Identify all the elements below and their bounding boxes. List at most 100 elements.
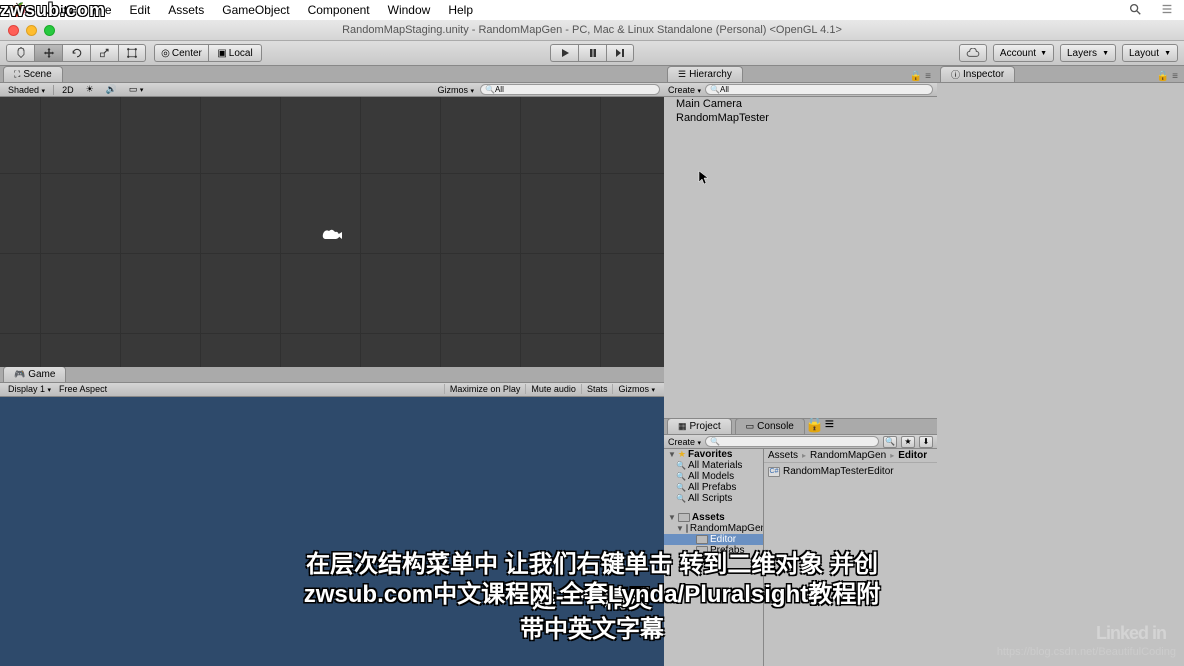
menu-gameobject[interactable]: GameObject [222,3,289,17]
hierarchy-list[interactable]: Main Camera RandomMapTester [664,97,937,418]
toolbar-right: Account▼ Layers▼ Layout▼ [959,44,1178,62]
inspector-panel-menu[interactable]: 🔒≡ [1157,71,1178,82]
shading-mode-dropdown[interactable]: Shaded ▾ [4,85,54,95]
save-filter-icon[interactable]: ⬇ [919,436,933,448]
inspector-body[interactable] [937,83,1184,666]
hierarchy-icon: ☰ [678,69,686,80]
maximize-window-button[interactable] [44,25,55,36]
hierarchy-panel-menu[interactable]: 🔒≡ [910,71,931,82]
move-tool-button[interactable] [34,44,62,62]
audio-toggle[interactable]: 🔊 [102,84,121,95]
subtitle-line-2: zwsub.com中文课程网 全套Lynda/Pluralsight教程附带中英… [296,574,888,644]
game-tab[interactable]: 🎮Game [3,366,66,382]
project-create-dropdown[interactable]: Create ▾ [668,437,701,447]
watermark-text: zwsub.com [0,0,106,21]
folder-icon [678,513,690,522]
breadcrumb-item[interactable]: Assets [768,450,798,461]
csharp-script-icon: C# [768,467,780,477]
project-icon: ▦ [678,421,687,432]
mute-audio-toggle[interactable]: Mute audio [525,384,581,394]
star-icon: ★ [678,449,686,460]
project-search[interactable]: 🔍 [705,436,879,447]
rotate-tool-button[interactable] [62,44,90,62]
fx-toggle[interactable]: ▭ ▾ [125,84,148,95]
menu-list-icon[interactable] [1160,2,1174,19]
maximize-on-play-toggle[interactable]: Maximize on Play [444,384,526,394]
favorite-item[interactable]: 🔍All Scripts [664,493,763,504]
camera-gizmo-icon [320,227,344,243]
scene-viewport[interactable] [0,97,664,367]
minimize-window-button[interactable] [26,25,37,36]
hand-tool-button[interactable] [6,44,34,62]
folder-icon [686,524,688,533]
hierarchy-item[interactable]: RandomMapTester [664,111,937,125]
linkedin-watermark: Linked in [1096,623,1166,644]
close-window-button[interactable] [8,25,19,36]
traffic-lights [0,25,55,36]
menu-help[interactable]: Help [448,3,473,17]
search-icon[interactable] [1128,2,1142,19]
macos-menubar: 🍎 Unity File Edit Assets GameObject Comp… [0,0,1184,20]
project-tab[interactable]: ▦Project [667,418,732,434]
account-dropdown[interactable]: Account▼ [993,44,1054,62]
folder-icon [696,535,708,544]
gizmos-dropdown[interactable]: Gizmos ▾ [433,85,478,95]
scene-toolbar: Shaded ▾ 2D ☀ 🔊 ▭ ▾ Gizmos ▾ 🔍All [0,83,664,97]
game-toolbar: Display 1 ▾ Free Aspect Maximize on Play… [0,383,664,397]
menu-assets[interactable]: Assets [168,3,204,17]
aspect-dropdown[interactable]: Free Aspect [55,384,185,394]
layers-dropdown[interactable]: Layers▼ [1060,44,1116,62]
favorites-header[interactable]: ▼★Favorites [664,449,763,460]
right-column: ⓘInspector 🔒≡ [937,66,1184,666]
rect-tool-button[interactable] [118,44,146,62]
menu-window[interactable]: Window [388,3,431,17]
unity-toolbar: ◎Center ▣Local Account▼ Layers▼ Layout▼ [0,40,1184,66]
pivot-center-button[interactable]: ◎Center [154,44,208,62]
pivot-local-button[interactable]: ▣Local [208,44,262,62]
scene-icon: ⛶ [14,69,20,80]
project-breadcrumb: Assets▸ RandomMapGen▸ Editor [764,449,937,463]
transform-tools [6,44,146,62]
console-tab[interactable]: ▭Console [735,418,805,434]
file-item[interactable]: C#RandomMapTesterEditor [768,465,933,478]
project-toolbar: Create ▾ 🔍 🔍 ★ ⬇ [664,435,937,449]
display-dropdown[interactable]: Display 1 ▾ [4,384,55,394]
play-controls [550,44,634,62]
menu-component[interactable]: Component [308,3,370,17]
lock-icon: 🔒 [1157,71,1169,82]
hierarchy-search[interactable]: 🔍All [705,84,933,95]
menu-edit[interactable]: Edit [130,3,151,17]
cloud-button[interactable] [959,44,987,62]
favorite-filter-icon[interactable]: ★ [901,436,915,448]
game-gizmos-dropdown[interactable]: Gizmos ▾ [612,384,660,394]
favorite-item[interactable]: 🔍All Materials [664,460,763,471]
breadcrumb-item[interactable]: RandomMapGen [810,450,886,461]
hierarchy-create-dropdown[interactable]: Create ▾ [668,85,701,95]
search-icon: 🔍 [676,472,686,481]
favorite-item[interactable]: 🔍All Models [664,471,763,482]
folder-item[interactable]: ▼RandomMapGen [664,523,763,534]
search-icon: 🔍 [676,494,686,503]
favorite-item[interactable]: 🔍All Prefabs [664,482,763,493]
project-file-list[interactable]: C#RandomMapTesterEditor [764,463,937,480]
window-title: RandomMapStaging.unity - RandomMapGen - … [342,24,842,36]
lighting-toggle[interactable]: ☀ [82,84,98,95]
stats-toggle[interactable]: Stats [581,384,613,394]
inspector-tab[interactable]: ⓘInspector [940,66,1015,82]
breadcrumb-item[interactable]: Editor [898,450,927,461]
hierarchy-tab[interactable]: ☰Hierarchy [667,66,743,82]
pause-button[interactable] [578,44,606,62]
play-button[interactable] [550,44,578,62]
mode-2d-toggle[interactable]: 2D [58,85,78,95]
scene-search[interactable]: 🔍All [480,84,660,95]
scene-tab[interactable]: ⛶Scene [3,66,63,82]
assets-header[interactable]: ▼Assets [664,512,763,523]
hierarchy-item[interactable]: Main Camera [664,97,937,111]
step-button[interactable] [606,44,634,62]
layout-dropdown[interactable]: Layout▼ [1122,44,1178,62]
search-filter-icon[interactable]: 🔍 [883,436,897,448]
lock-icon: 🔒 [910,71,922,82]
scale-tool-button[interactable] [90,44,118,62]
search-icon: 🔍 [676,461,686,470]
lock-icon: 🔒 [805,416,825,433]
